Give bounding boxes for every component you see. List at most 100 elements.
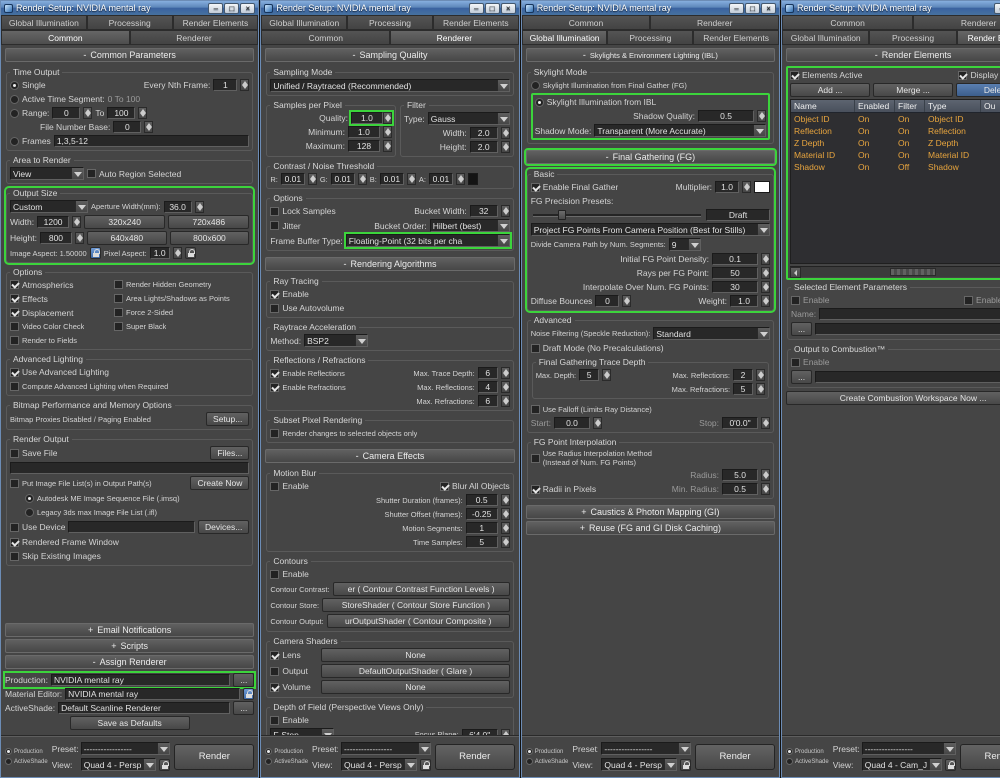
spinner[interactable] [756, 383, 766, 395]
max-reflections-input[interactable]: 4 [477, 381, 498, 393]
spinner[interactable] [500, 141, 510, 153]
draft-mode-checkbox[interactable] [530, 343, 540, 353]
super-black-checkbox[interactable] [114, 322, 123, 331]
column-header-name[interactable]: Name [791, 100, 856, 112]
production-browse-button[interactable]: ... [233, 673, 255, 687]
activeshade-mode-radio[interactable] [5, 758, 12, 765]
bucket-width-input[interactable]: 32 [469, 205, 498, 217]
threshold-g-input[interactable]: 0.01 [330, 173, 355, 185]
filter-height-input[interactable]: 2.0 [469, 141, 498, 153]
combustion-enable-checkbox[interactable] [791, 357, 801, 367]
rollout-common-parameters[interactable]: - Common Parameters [5, 48, 255, 62]
minimize-icon[interactable]: – [994, 2, 1000, 14]
fg-precision-slider[interactable] [531, 209, 703, 221]
skylight-from-fg-radio[interactable] [530, 80, 540, 90]
slider-handle[interactable] [558, 210, 567, 220]
rollout-render-elements[interactable]: - Render Elements [786, 48, 1000, 62]
compute-advanced-lighting-checkbox[interactable] [10, 381, 19, 391]
sampling-mode-dropdown[interactable]: Unified / Raytraced (Recommended) [270, 79, 510, 92]
spinner[interactable] [761, 295, 771, 307]
spinner[interactable] [382, 112, 392, 124]
spinner[interactable] [500, 508, 510, 520]
threshold-color-swatch[interactable] [467, 173, 478, 185]
noise-filtering-dropdown[interactable]: Standard [653, 327, 771, 340]
enable-refractions-checkbox[interactable] [270, 382, 280, 392]
tab-global-illumination[interactable]: Global Illumination [521, 30, 608, 45]
spinner[interactable] [382, 126, 392, 138]
use-radius-interpolation-checkbox[interactable] [530, 453, 540, 463]
tab-render-elements[interactable]: Render Elements [172, 15, 259, 30]
rollout-final-gathering[interactable]: - Final Gathering (FG) [523, 148, 778, 166]
rollout-camera-effects[interactable]: - Camera Effects [265, 449, 515, 463]
preset-dropdown[interactable]: ----------------- [861, 742, 957, 755]
aperture-width-input[interactable]: 36.0 [163, 200, 192, 213]
device-field[interactable] [68, 521, 196, 533]
column-header-enabled[interactable]: Enabled [855, 100, 896, 112]
spinner[interactable] [742, 181, 752, 193]
maximize-icon[interactable]: □ [484, 2, 500, 14]
render-hidden-geometry-checkbox[interactable] [114, 280, 123, 289]
threshold-r-input[interactable]: 0.01 [280, 173, 305, 185]
contour-store-shader-button[interactable]: StoreShader ( Contour Store Function ) [322, 598, 510, 612]
horizontal-scrollbar[interactable] [790, 266, 1000, 278]
fg-density-input[interactable]: 0.1 [712, 253, 759, 265]
spinner[interactable] [602, 369, 612, 381]
table-row[interactable]: Reflection On On Reflection [791, 125, 1000, 137]
devices-button[interactable]: Devices... [198, 520, 250, 534]
fg-multiplier-input[interactable]: 1.0 [715, 181, 740, 193]
maximize-icon[interactable]: □ [745, 2, 761, 14]
spinner[interactable] [500, 381, 510, 393]
spinner[interactable] [357, 173, 367, 185]
spinner[interactable] [757, 110, 767, 122]
threshold-b-input[interactable]: 0.01 [379, 173, 404, 185]
material-editor-lock-icon[interactable] [243, 688, 255, 700]
tab-global-illumination[interactable]: Global Illumination [261, 15, 348, 30]
preset-320x240-button[interactable]: 320x240 [84, 215, 166, 229]
render-button[interactable]: Render [960, 743, 1000, 770]
spinner[interactable] [307, 173, 317, 185]
scroll-left-icon[interactable] [790, 267, 802, 278]
falloff-start-input[interactable]: 0.0 [554, 417, 590, 429]
combustion-browse-button[interactable]: ... [791, 370, 813, 384]
spinner[interactable] [172, 247, 182, 259]
activeshade-browse-button[interactable]: ... [233, 701, 255, 715]
preset-dropdown[interactable]: ----------------- [80, 742, 171, 755]
diffuse-bounces-input[interactable]: 0 [595, 295, 620, 307]
production-mode-radio[interactable] [5, 748, 12, 755]
display-elements-checkbox[interactable] [958, 70, 968, 80]
create-now-button[interactable]: Create Now [190, 476, 250, 490]
minimum-input[interactable]: 1.0 [347, 126, 380, 138]
spinner[interactable] [756, 369, 766, 381]
tab-processing[interactable]: Processing [869, 30, 957, 45]
preset-800x600-button[interactable]: 800x600 [169, 231, 250, 245]
preset-640x480-button[interactable]: 640x480 [86, 231, 167, 245]
enable-filtering-checkbox[interactable] [964, 295, 974, 305]
every-nth-frame-input[interactable]: 1 [213, 79, 238, 91]
rollout-assign-renderer[interactable]: - Assign Renderer [5, 655, 255, 669]
tab-common[interactable]: Common [261, 30, 391, 45]
frame-buffer-type-dropdown[interactable]: Floating-Point (32 bits per cha [343, 232, 512, 249]
accel-method-dropdown[interactable]: BSP2 [304, 334, 369, 347]
motion-blur-enable-checkbox[interactable] [270, 481, 280, 491]
frames-radio[interactable] [10, 136, 19, 146]
file-number-base-input[interactable]: 0 [113, 121, 142, 133]
preset-dropdown[interactable]: ----------------- [601, 742, 692, 755]
shadow-quality-input[interactable]: 0.5 [698, 110, 755, 122]
use-device-checkbox[interactable] [10, 522, 19, 532]
tab-common[interactable]: Common [1, 30, 130, 45]
spinner[interactable] [194, 200, 204, 213]
setup-button[interactable]: Setup... [206, 412, 250, 426]
fg-multiplier-color-swatch[interactable] [754, 181, 771, 193]
production-renderer-field[interactable]: NVIDIA mental ray [51, 674, 231, 686]
viewport-dropdown[interactable]: Quad 4 - Persp [80, 758, 157, 771]
viewport-dropdown[interactable]: Quad 4 - Persp [601, 758, 678, 771]
lens-checkbox[interactable] [270, 650, 280, 660]
skip-existing-images-checkbox[interactable] [10, 551, 19, 561]
titlebar[interactable]: Render Setup: NVIDIA mental ray – □ × [782, 1, 1000, 15]
spinner[interactable] [74, 232, 84, 244]
dof-enable-checkbox[interactable] [270, 715, 280, 725]
files-button[interactable]: Files... [210, 446, 250, 460]
spinner[interactable] [500, 522, 510, 534]
spinner[interactable] [500, 536, 510, 548]
lens-shader-button[interactable]: None [321, 648, 510, 662]
